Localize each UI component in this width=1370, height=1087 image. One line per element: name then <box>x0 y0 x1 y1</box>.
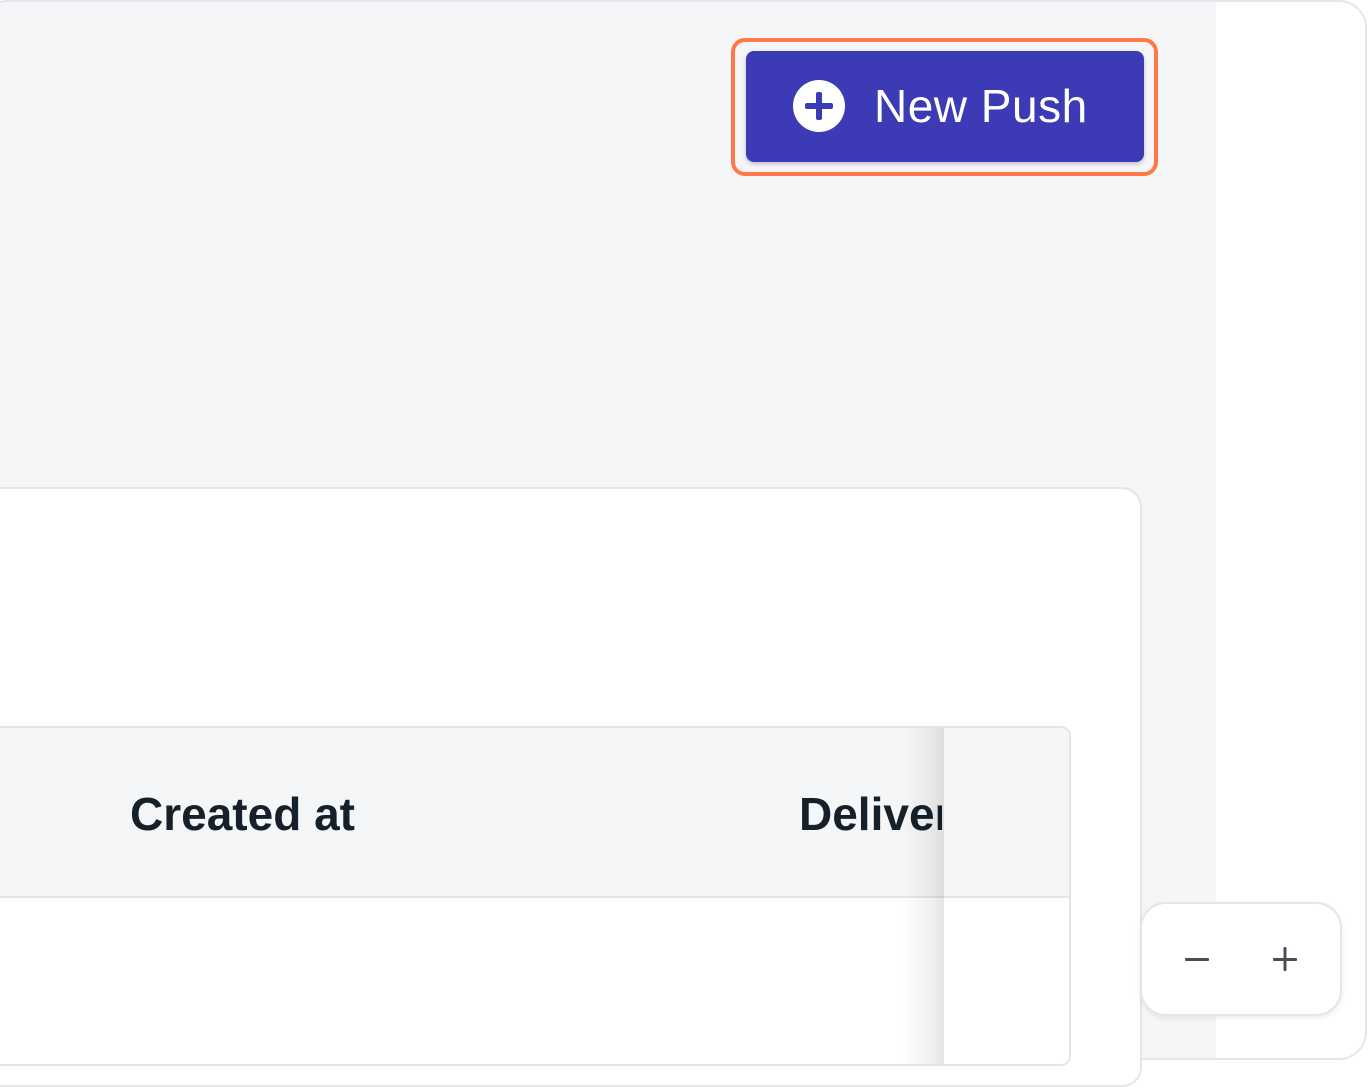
zoom-in-button[interactable] <box>1260 934 1310 984</box>
plus-circle-icon <box>793 80 845 132</box>
new-push-label: New Push <box>874 80 1088 132</box>
sticky-column-shadow <box>902 728 944 1064</box>
pushes-table: Created at Delivered <box>0 726 1071 1066</box>
sticky-column <box>944 728 1069 1064</box>
zoom-control <box>1140 902 1342 1016</box>
minus-icon <box>1185 958 1209 961</box>
new-push-button[interactable]: New Push <box>746 51 1144 162</box>
sticky-column-header <box>944 728 1069 898</box>
plus-icon <box>1273 947 1297 971</box>
column-header-created-at[interactable]: Created at <box>130 786 355 842</box>
zoom-out-button[interactable] <box>1172 934 1222 984</box>
